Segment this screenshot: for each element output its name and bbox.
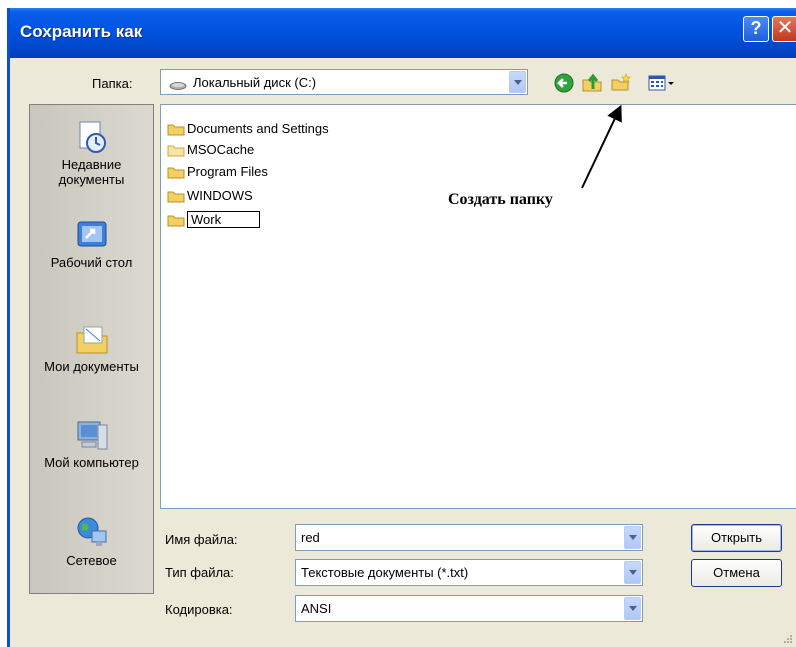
annotation-label: Создать папку <box>448 191 553 208</box>
back-icon[interactable] <box>553 72 575 94</box>
annotation-arrow <box>581 104 622 189</box>
my-documents-icon <box>74 321 110 357</box>
filetype-dropdown-arrow[interactable] <box>624 561 641 584</box>
places-item-my-computer[interactable]: Мой компьютер <box>30 417 153 470</box>
new-folder-icon[interactable] <box>610 72 632 94</box>
filename-dropdown-arrow[interactable] <box>624 526 641 549</box>
places-bar: Недавние документы Рабочий стол Мои доку… <box>29 104 154 594</box>
folder-icon <box>167 165 185 179</box>
folder-dropdown-arrow[interactable] <box>509 71 526 93</box>
recent-documents-icon <box>74 119 110 155</box>
my-computer-icon <box>74 417 110 453</box>
folder-icon <box>167 189 185 203</box>
filename-input[interactable]: red <box>295 524 643 551</box>
filename-label: Имя файла: <box>165 532 238 547</box>
help-button[interactable]: ? <box>743 16 769 42</box>
folder-select[interactable]: Локальный диск (C:) <box>160 69 528 95</box>
file-list[interactable]: Documents and Settings MSOCache Program … <box>160 104 796 509</box>
places-item-network[interactable]: Сетевое <box>30 515 153 568</box>
desktop-icon <box>74 217 110 253</box>
folder-icon <box>167 143 185 157</box>
filetype-select[interactable]: Текстовые документы (*.txt) <box>295 559 643 586</box>
list-item[interactable]: WINDOWS <box>167 187 253 205</box>
local-disk-icon <box>169 78 187 90</box>
views-menu-icon[interactable] <box>647 72 677 94</box>
places-item-recent[interactable]: Недавние документы <box>30 119 153 187</box>
open-button[interactable]: Открыть <box>691 524 782 552</box>
title-bar[interactable]: Сохранить как ? ✕ <box>10 8 796 58</box>
folder-icon <box>167 213 185 227</box>
folder-icon <box>167 122 185 136</box>
cancel-button[interactable]: Отмена <box>691 559 782 587</box>
close-button[interactable]: ✕ <box>772 16 796 42</box>
list-item-new-folder[interactable]: Work <box>167 211 261 229</box>
network-icon <box>74 515 110 551</box>
places-item-my-documents[interactable]: Мои документы <box>30 321 153 374</box>
encoding-select[interactable]: ANSI <box>295 595 643 622</box>
encoding-label: Кодировка: <box>165 602 233 617</box>
rename-field[interactable]: Work <box>187 211 261 229</box>
list-item[interactable]: Program Files <box>167 163 268 181</box>
folder-label: Папка: <box>92 76 133 91</box>
window-title: Сохранить как <box>20 22 143 41</box>
resize-grip[interactable] <box>782 631 792 643</box>
filetype-label: Тип файла: <box>165 565 234 580</box>
list-item[interactable]: Documents and Settings <box>167 120 329 138</box>
folder-value: Локальный диск (C:) <box>193 75 317 90</box>
encoding-dropdown-arrow[interactable] <box>624 597 641 620</box>
places-item-desktop[interactable]: Рабочий стол <box>30 217 153 270</box>
list-item[interactable]: MSOCache <box>167 141 254 159</box>
up-folder-icon[interactable] <box>581 72 603 94</box>
save-as-dialog: Сохранить как ? ✕ Папка: Локальный диск … <box>7 8 796 647</box>
